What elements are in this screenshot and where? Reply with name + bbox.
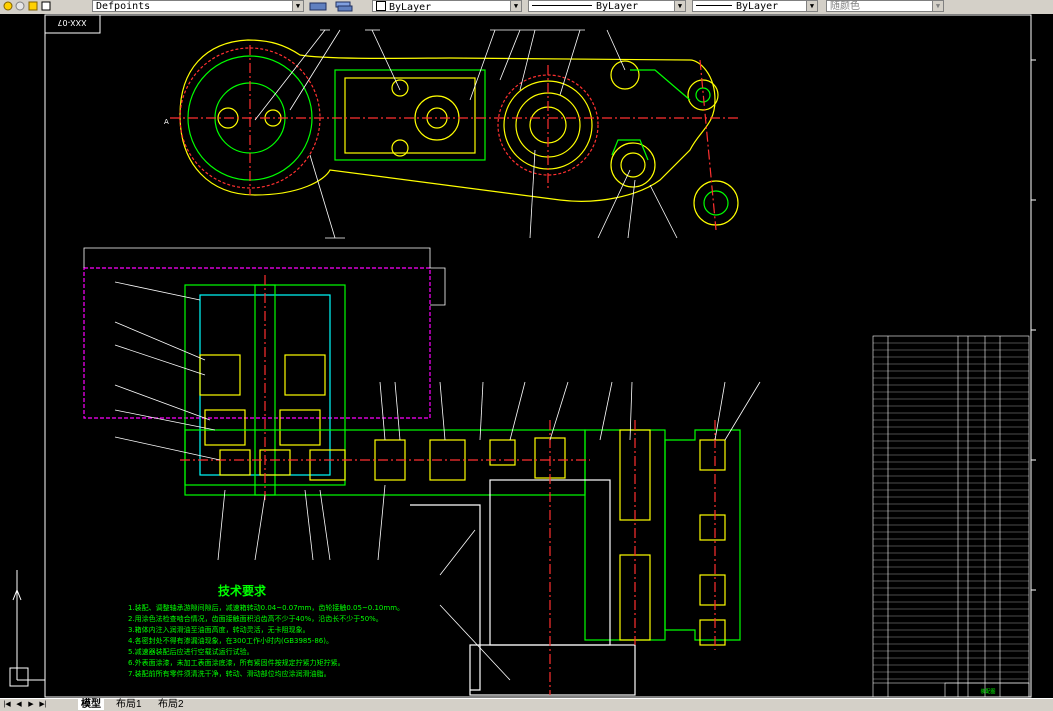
layer-state-icons[interactable] — [2, 0, 62, 13]
layer-name: Defpoints — [96, 1, 151, 12]
parts-list — [872, 335, 1030, 698]
lineweight-dropdown[interactable]: ByLayer ▼ — [692, 0, 818, 12]
tab-model[interactable]: 模型 — [78, 699, 104, 710]
next-tab-icon[interactable]: ▶ — [26, 700, 36, 709]
lineweight-sample — [696, 5, 732, 6]
chevron-down-icon[interactable]: ▼ — [932, 1, 943, 11]
last-tab-icon[interactable]: ▶| — [38, 700, 48, 709]
make-current-icon[interactable] — [307, 0, 331, 13]
drawing-code: XXX-07 — [57, 18, 86, 27]
note-line: 7.装配前所有零件须清洗干净，转动、滑动部位均应涂润滑油脂。 — [128, 669, 331, 678]
color-dropdown[interactable]: ByLayer ▼ — [372, 0, 522, 13]
note-line: 4.各密封处不得有渗漏油现象，在300工作小时内(GB3985-86)。 — [128, 636, 333, 645]
note-line: 3.箱体内注入润滑油至油面高度，转动灵活，无卡阻现象。 — [128, 625, 310, 634]
chevron-down-icon[interactable]: ▼ — [292, 1, 303, 11]
layer-dropdown[interactable]: Defpoints ▼ — [92, 0, 304, 12]
title-block: 装配图 — [980, 688, 995, 695]
note-line: 2.用涂色法检查啮合情况，齿面接触面积沿齿高不少于40%，沿齿长不少于50%。 — [128, 614, 383, 623]
tab-layout1[interactable]: 布局1 — [113, 699, 145, 710]
tab-layout2[interactable]: 布局2 — [155, 699, 187, 710]
cad-drawing: XXX-07 A 装配图 技术要求 1.装配、调整轴承游隙间隙后，减速箱转动0.… — [9, 14, 1036, 698]
chevron-down-icon[interactable]: ▼ — [510, 1, 521, 11]
plotstyle-dropdown[interactable]: 随颜色 ▼ — [826, 0, 944, 12]
properties-toolbar: Defpoints ▼ ByLayer ▼ ByLayer ▼ ByLayer … — [0, 0, 1053, 15]
section-label: A — [164, 118, 169, 126]
note-line: 5.减速器装配后应进行空载试运行试验。 — [128, 647, 254, 656]
parts-list-rows — [873, 342, 1029, 680]
chevron-down-icon[interactable]: ▼ — [674, 1, 685, 11]
drawing-frame — [44, 14, 1032, 698]
note-line: 6.外表面涂漆，未加工表面涂底漆，所有紧固件按规定拧紧力矩拧紧。 — [128, 658, 345, 667]
chevron-down-icon[interactable]: ▼ — [806, 1, 817, 11]
note-line: 1.装配、调整轴承游隙间隙后，减速箱转动0.04~0.07mm，齿轮接触0.05… — [128, 603, 404, 612]
prev-tab-icon[interactable]: ◀ — [14, 700, 24, 709]
technical-notes: 1.装配、调整轴承游隙间隙后，减速箱转动0.04~0.07mm，齿轮接触0.05… — [128, 603, 404, 678]
layout-tabs-bar: |◀ ◀ ▶ ▶| 模型 布局1 布局2 — [0, 698, 1053, 711]
lineweight-value: ByLayer — [736, 1, 779, 12]
linetype-dropdown[interactable]: ByLayer ▼ — [528, 0, 686, 12]
color-swatch — [376, 1, 386, 11]
plotstyle-value: 随颜色 — [830, 1, 860, 12]
linetype-value: ByLayer — [596, 1, 639, 12]
first-tab-icon[interactable]: |◀ — [2, 700, 12, 709]
layer-previous-icon[interactable] — [333, 0, 357, 13]
ucs-icon — [9, 570, 45, 687]
frame-ticks — [1031, 59, 1036, 591]
top-view-arm — [170, 39, 740, 231]
notes-title: 技术要求 — [218, 583, 267, 598]
linetype-sample — [532, 5, 592, 6]
drawing-canvas[interactable]: XXX-07 A 装配图 技术要求 1.装配、调整轴承游隙间隙后，减速箱转动0.… — [0, 14, 1053, 698]
color-value: ByLayer — [389, 2, 432, 13]
